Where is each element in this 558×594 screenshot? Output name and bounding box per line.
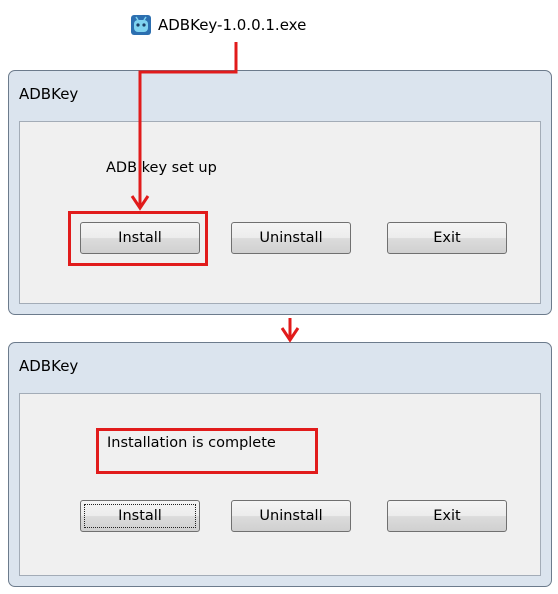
install-button[interactable]: Install [80, 222, 200, 254]
uninstall-button[interactable]: Uninstall [231, 222, 351, 254]
arrow-head-down [280, 327, 300, 343]
uninstall-button[interactable]: Uninstall [231, 500, 351, 532]
window-title: ADBKey [19, 357, 79, 375]
focus-ring [84, 504, 196, 528]
exit-button[interactable]: Exit [387, 500, 507, 532]
adbkey-dialog-complete: ADBKey Installation is complete Install … [8, 342, 552, 587]
install-button-focused[interactable]: Install [80, 500, 200, 532]
window-title: ADBKey [19, 85, 79, 103]
dialog-client-area: Installation is complete Install Uninsta… [19, 393, 541, 576]
exe-file-item[interactable]: ADBKey-1.0.0.1.exe [130, 12, 306, 38]
dialog-client-area: ADB key set up Install Uninstall Exit [19, 121, 541, 304]
app-icon [131, 15, 151, 35]
adbkey-dialog-setup: ADBKey ADB key set up Install Uninstall … [8, 70, 552, 315]
setup-message: ADB key set up [106, 160, 217, 176]
exit-button[interactable]: Exit [387, 222, 507, 254]
exe-file-name: ADBKey-1.0.0.1.exe [158, 16, 307, 34]
completion-message: Installation is complete [107, 435, 276, 451]
